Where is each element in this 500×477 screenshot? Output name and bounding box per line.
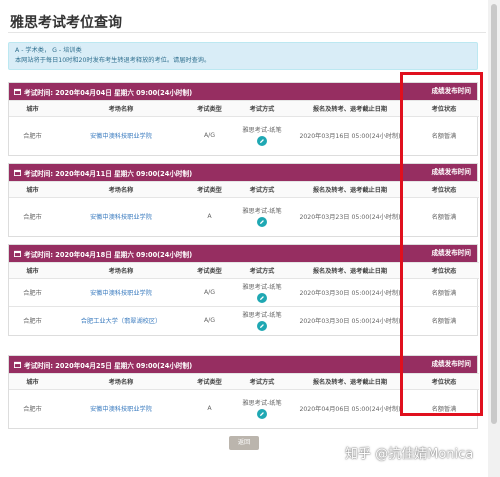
- method-text: 雅思考试-纸笔: [242, 127, 282, 135]
- pencil-icon[interactable]: [257, 136, 267, 147]
- cell-method: 雅思考试-纸笔: [233, 116, 291, 155]
- method-text: 雅思考试-纸笔: [242, 284, 282, 291]
- col-city: 城市: [9, 262, 56, 279]
- cell-deadline: 2020年03月30日 05:00(24小时制): [291, 278, 409, 307]
- watermark: 知乎 @抗佳婧Monica: [345, 447, 474, 462]
- scrollbar-thumb[interactable]: [491, 4, 497, 424]
- col-city: 城市: [9, 373, 56, 390]
- back-button[interactable]: 返回: [229, 436, 259, 450]
- col-deadline: 报名及转考、退考截止日期: [291, 100, 409, 117]
- exam-date: 考试时间: 2020年04月25日 星期六 09:00(24小时制): [24, 361, 193, 370]
- calendar-icon: [14, 88, 21, 95]
- col-type: 考试类型: [186, 100, 233, 117]
- col-venue: 考场名称: [56, 262, 186, 279]
- cell-deadline: 2020年04月06日 05:00(24小时制): [291, 389, 409, 428]
- cell-method: 雅思考试-纸笔: [233, 389, 291, 428]
- cell-city: 合肥市: [9, 197, 56, 236]
- cell-city: 合肥市: [9, 389, 56, 428]
- pencil-icon[interactable]: [257, 217, 267, 228]
- col-city: 城市: [9, 100, 56, 117]
- col-venue: 考场名称: [56, 181, 186, 198]
- pencil-icon[interactable]: [257, 321, 267, 332]
- col-deadline: 报名及转考、退考截止日期: [291, 262, 409, 279]
- cell-method: 雅思考试-纸笔: [233, 278, 291, 307]
- notice-line: A - 学术类， G - 培训类: [15, 47, 82, 54]
- venue-link[interactable]: 安徽中澳科技职业学院: [56, 389, 186, 428]
- calendar-icon: [14, 169, 21, 176]
- pencil-icon[interactable]: [257, 409, 267, 420]
- cell-city: 合肥市: [9, 306, 56, 335]
- calendar-icon: [14, 361, 21, 368]
- notice-line: 本网站将于每日10时和20时发布考生转退考释放的考位。请届时查询。: [15, 57, 211, 64]
- col-deadline: 报名及转考、退考截止日期: [291, 373, 409, 390]
- col-type: 考试类型: [186, 373, 233, 390]
- col-venue: 考场名称: [56, 373, 186, 390]
- col-method: 考试方式: [233, 262, 291, 279]
- cell-type: A: [186, 197, 233, 236]
- method-text: 雅思考试-纸笔: [242, 312, 282, 320]
- pencil-icon[interactable]: [257, 293, 267, 303]
- cell-city: 合肥市: [9, 116, 56, 155]
- col-city: 城市: [9, 181, 56, 198]
- cell-type: A/G: [186, 116, 233, 155]
- venue-link[interactable]: 安徽中澳科技职业学院: [56, 278, 186, 307]
- cell-type: A: [186, 389, 233, 428]
- exam-date: 考试时间: 2020年04月18日 星期六 09:00(24小时制): [24, 250, 193, 259]
- divider: [8, 32, 486, 33]
- highlight-box: [400, 72, 483, 416]
- col-method: 考试方式: [233, 100, 291, 117]
- cell-deadline: 2020年03月16日 05:00(24小时制): [291, 116, 409, 155]
- method-text: 雅思考试-纸笔: [242, 208, 282, 216]
- scrollbar[interactable]: [488, 0, 500, 477]
- col-method: 考试方式: [233, 181, 291, 198]
- exam-date: 考试时间: 2020年04月11日 星期六 09:00(24小时制): [24, 169, 193, 178]
- cell-city: 合肥市: [9, 278, 56, 307]
- cell-type: A/G: [186, 306, 233, 335]
- cell-deadline: 2020年03月23日 05:00(24小时制): [291, 197, 409, 236]
- col-venue: 考场名称: [56, 100, 186, 117]
- cell-method: 雅思考试-纸笔: [233, 197, 291, 236]
- page-title: 雅思考试考位查询: [10, 15, 122, 31]
- venue-link[interactable]: 合肥工业大学（翡翠湖校区）: [56, 306, 186, 335]
- cell-deadline: 2020年03月30日 05:00(24小时制): [291, 306, 409, 335]
- notice-box: A - 学术类， G - 培训类 本网站将于每日10时和20时发布考生转退考释放…: [8, 42, 478, 70]
- venue-link[interactable]: 安徽中澳科技职业学院: [56, 197, 186, 236]
- page: 雅思考试考位查询 A - 学术类， G - 培训类 本网站将于每日10时和20时…: [0, 0, 488, 477]
- method-text: 雅思考试-纸笔: [242, 400, 282, 408]
- venue-link[interactable]: 安徽中澳科技职业学院: [56, 116, 186, 155]
- cell-method: 雅思考试-纸笔: [233, 306, 291, 335]
- col-type: 考试类型: [186, 181, 233, 198]
- col-type: 考试类型: [186, 262, 233, 279]
- calendar-icon: [14, 250, 21, 257]
- cell-type: A/G: [186, 278, 233, 307]
- col-method: 考试方式: [233, 373, 291, 390]
- exam-date: 考试时间: 2020年04月04日 星期六 09:00(24小时制): [24, 88, 193, 97]
- col-deadline: 报名及转考、退考截止日期: [291, 181, 409, 198]
